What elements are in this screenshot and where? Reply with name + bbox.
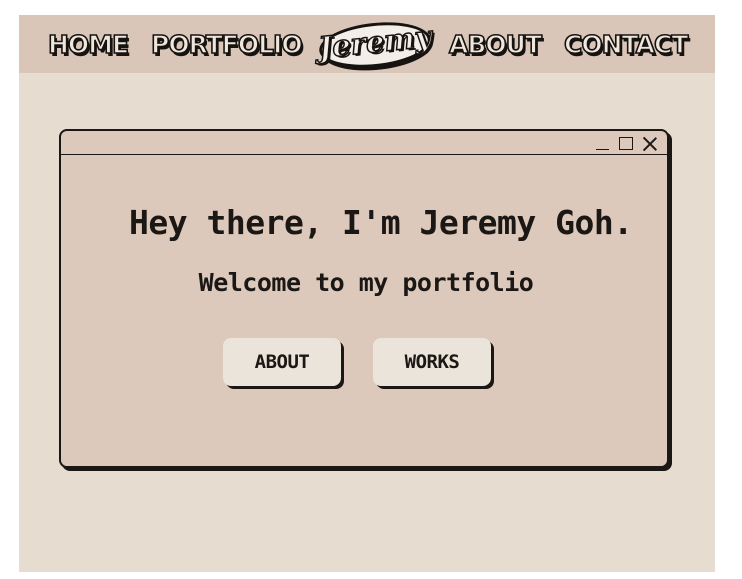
works-button[interactable]: WORKS <box>373 338 491 386</box>
nav-portfolio-link[interactable]: PORTFOLIO <box>150 30 303 60</box>
page: HOME PORTFOLIO Jeremy ABOUT CONTACT Hey … <box>19 15 715 572</box>
navbar: HOME PORTFOLIO Jeremy ABOUT CONTACT <box>19 15 715 73</box>
logo-text: Jeremy <box>316 18 434 65</box>
window-titlebar <box>61 131 667 155</box>
minimize-icon[interactable] <box>595 137 610 151</box>
headline: Hey there, I'm Jeremy Goh. <box>129 203 633 242</box>
intro-window: Hey there, I'm Jeremy Goh. Welcome to my… <box>59 129 669 468</box>
logo[interactable]: Jeremy <box>315 17 435 73</box>
nav-home-link[interactable]: HOME <box>47 30 130 60</box>
nav-contact-link[interactable]: CONTACT <box>563 30 689 60</box>
welcome-subtitle: Welcome to my portfolio <box>198 268 534 297</box>
nav-about-link[interactable]: ABOUT <box>448 30 543 60</box>
about-button[interactable]: ABOUT <box>223 338 341 386</box>
maximize-icon[interactable] <box>619 137 633 150</box>
close-icon[interactable] <box>642 136 658 152</box>
